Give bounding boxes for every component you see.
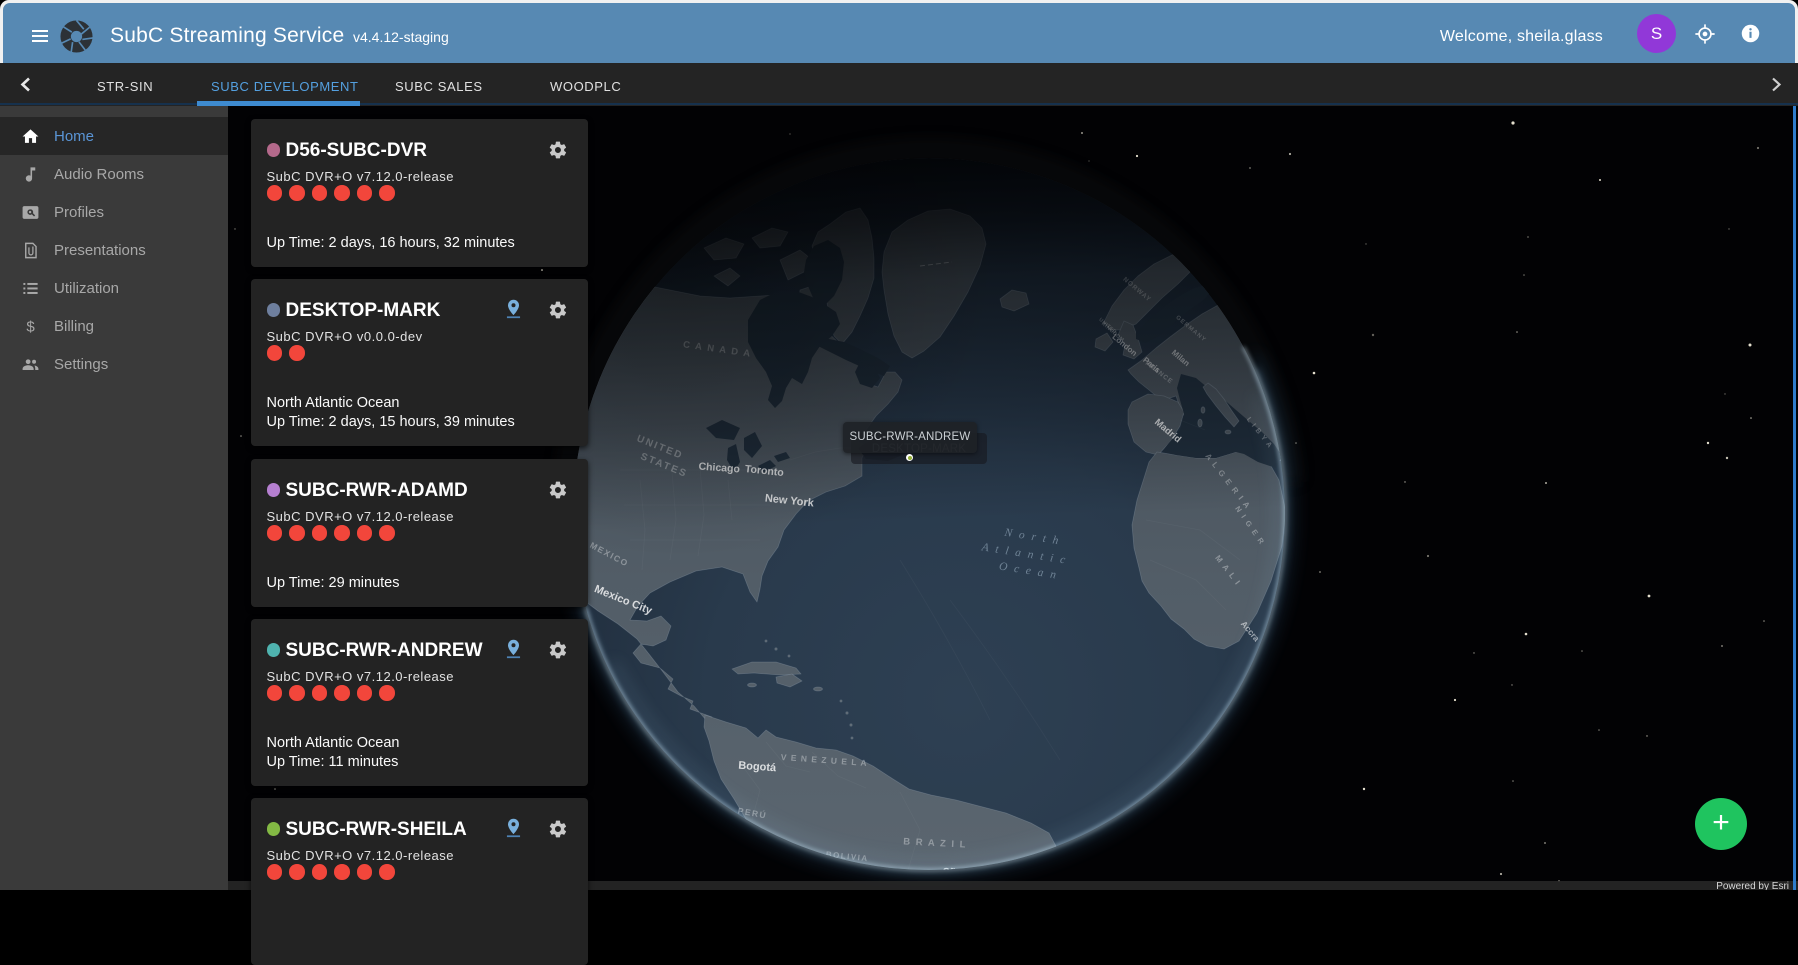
svg-text:$: $ (26, 318, 35, 335)
